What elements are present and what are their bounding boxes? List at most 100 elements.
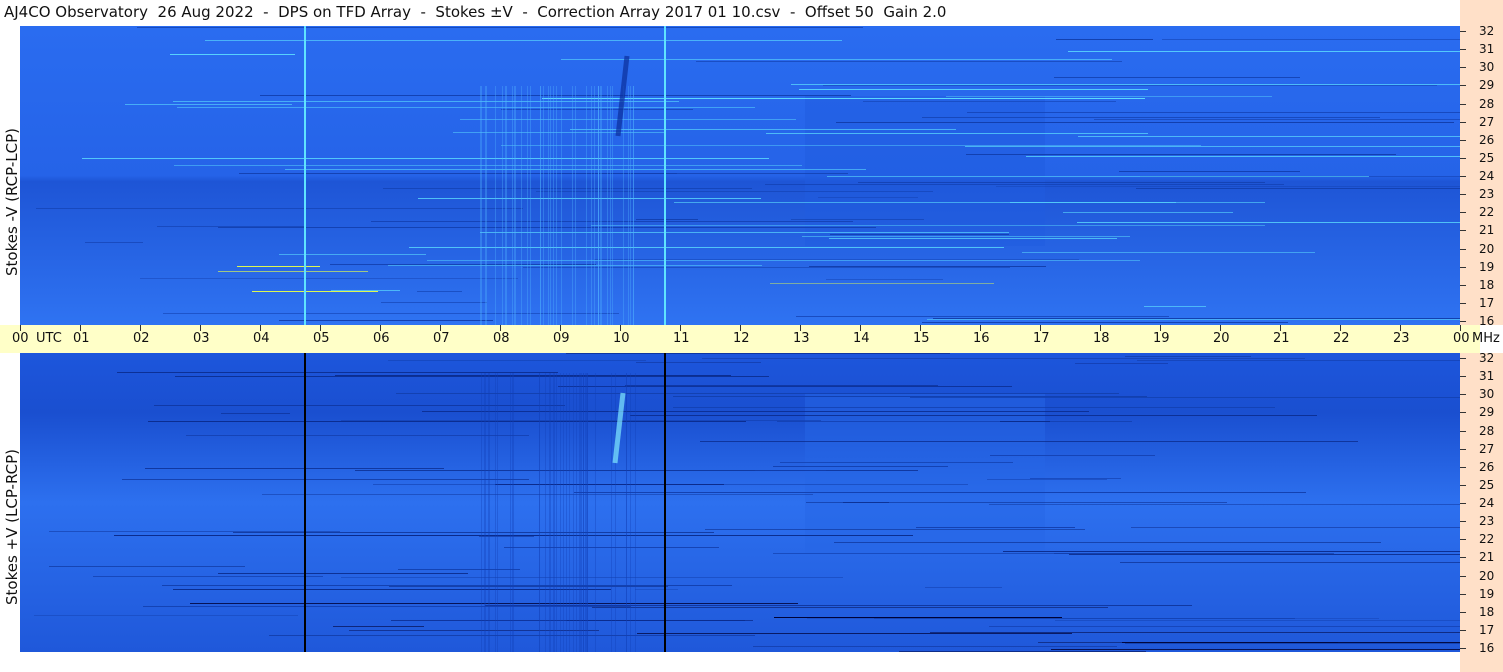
burst-streak (510, 373, 511, 652)
burst-streak (560, 373, 561, 652)
time-tick-label: 13 (793, 331, 810, 346)
interference-line (501, 145, 1201, 146)
interference-line (205, 40, 842, 41)
burst-streak (633, 86, 634, 325)
interference-line (818, 197, 918, 198)
burst-streak (495, 86, 496, 325)
bottom-panel-ylabel: Stokes +V (LCP-RCP) (3, 449, 21, 605)
interference-line (570, 129, 956, 130)
burst-streak (628, 86, 629, 325)
time-tick-mark (1400, 325, 1401, 331)
interference-line (174, 165, 802, 166)
interference-line (696, 61, 1122, 62)
burst-streak (495, 373, 496, 652)
interference-line (422, 411, 1089, 412)
interference-line (162, 585, 732, 586)
burst-streak (506, 86, 507, 325)
frequency-tick-label: 26 (1479, 459, 1495, 474)
burst-streak (583, 373, 584, 652)
time-tick-label: 03 (193, 331, 210, 346)
interference-line (479, 536, 534, 537)
interference-line (1063, 212, 1233, 213)
interference-line (349, 630, 599, 631)
burst-streak (514, 86, 515, 325)
frequency-tick-mark (1460, 466, 1466, 468)
time-tick-label: 00 (12, 331, 29, 346)
frequency-tick-label: 21 (1479, 223, 1495, 238)
burst-streak (586, 86, 587, 325)
interference-line (536, 191, 933, 192)
time-tick-label: 11 (673, 331, 690, 346)
interference-line (1137, 360, 1460, 361)
interference-line (777, 421, 1132, 422)
interference-line (636, 219, 698, 220)
interference-line (1078, 136, 1460, 137)
time-tick-mark (80, 325, 81, 331)
interference-line (700, 441, 1358, 442)
interference-line (774, 617, 1062, 618)
burst-streak (594, 86, 595, 325)
interference-line (218, 573, 468, 574)
interference-line (409, 247, 1004, 248)
time-tick-mark (1160, 325, 1161, 331)
time-tick-label: UTC (36, 331, 62, 346)
time-tick-label: 04 (253, 331, 270, 346)
interference-line (148, 421, 746, 422)
burst-streak (486, 86, 487, 325)
interference-line (495, 484, 724, 485)
burst-streak (566, 373, 567, 652)
frequency-tick-mark (1460, 484, 1466, 486)
interference-line (145, 468, 444, 469)
interference-line (566, 353, 950, 354)
burst-streak (586, 373, 587, 652)
burst-streak (512, 86, 513, 325)
interference-line (858, 182, 1265, 183)
time-tick-mark (980, 325, 981, 331)
interference-line (927, 319, 1460, 320)
time-tick-mark (200, 325, 201, 331)
burst-streak (553, 373, 554, 652)
figure-title: AJ4CO Observatory 26 Aug 2022 - DPS on T… (4, 3, 947, 21)
time-tick-label: 19 (1153, 331, 1170, 346)
frequency-tick-label: 30 (1479, 387, 1495, 402)
interference-line (418, 198, 761, 199)
burst-streak (540, 86, 541, 325)
burst-streak (485, 373, 486, 652)
burst-streak (575, 86, 576, 325)
interference-line (791, 219, 924, 220)
interference-line (770, 283, 994, 284)
interference-line (218, 227, 876, 228)
interference-line (705, 529, 1085, 530)
time-tick-label: 09 (553, 331, 570, 346)
interference-line (1094, 119, 1460, 120)
interference-line (1120, 562, 1460, 563)
frequency-tick-label: 22 (1479, 532, 1495, 547)
burst-streak (561, 86, 562, 325)
burst-streak (623, 86, 624, 325)
interference-line (592, 607, 1108, 608)
frequency-tick-mark (1460, 412, 1466, 414)
interference-line (333, 626, 424, 627)
interference-line (355, 470, 918, 471)
burst-streak (553, 86, 554, 325)
burst-streak (515, 86, 516, 325)
time-tick-label: 23 (1393, 331, 1410, 346)
frequency-tick-mark (1460, 321, 1466, 322)
frequency-tick-label: 29 (1479, 78, 1495, 93)
interference-line (807, 618, 1379, 619)
time-marker-line (664, 353, 666, 652)
interference-line (836, 122, 1454, 123)
interference-line (635, 589, 678, 590)
burst-streak (480, 86, 481, 325)
burst-streak (513, 373, 514, 652)
bottom-spectrogram (20, 353, 1460, 652)
burst-streak (497, 373, 498, 652)
interference-line (755, 470, 826, 471)
burst-streak (550, 86, 551, 325)
interference-line (175, 376, 769, 377)
time-tick-mark (1100, 325, 1101, 331)
interference-line (1125, 643, 1460, 644)
frequency-tick-mark (1460, 611, 1466, 613)
frequency-tick-mark (1460, 503, 1466, 504)
frequency-tick-mark (1460, 266, 1466, 268)
